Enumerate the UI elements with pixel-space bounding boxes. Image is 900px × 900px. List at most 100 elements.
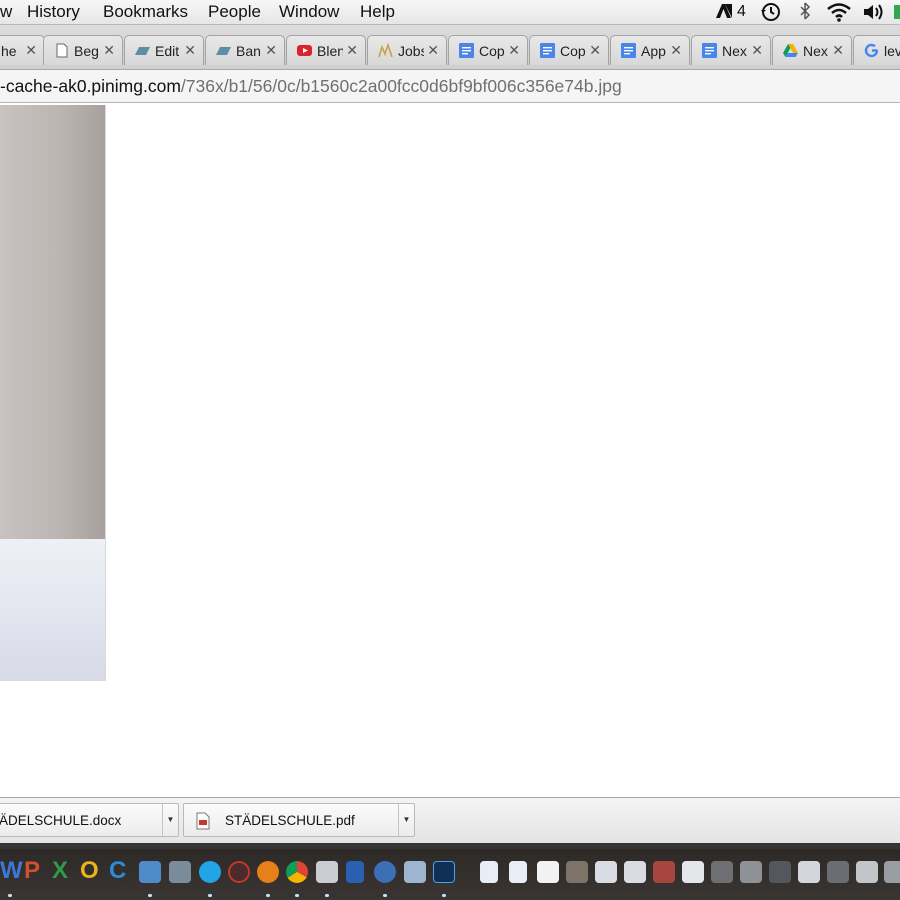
running-indicator [295,894,299,897]
tab-12[interactable]: lev [853,35,900,65]
url-path: /736x/b1/56/0c/b1560c2a00fcc0d6bf9bf006c… [180,76,622,96]
close-icon[interactable]: ✕ [265,42,277,58]
tab-title: Blen [317,43,343,59]
blue-parallelogram-icon [135,47,150,55]
url-text[interactable]: -cache-ak0.pinimg.com/736x/b1/56/0c/b156… [0,75,622,97]
tab-2[interactable]: Beg ✕ [43,35,123,65]
google-docs-icon [459,43,474,58]
download-item-pdf[interactable]: STÄDELSCHULE.pdf ▼ [183,803,415,837]
tab-8[interactable]: Cop ✕ [529,35,609,65]
window-thumbnail-icon[interactable] [798,861,820,883]
quicktime-icon[interactable] [374,861,396,883]
document-icon[interactable] [509,861,527,883]
wifi-icon[interactable] [826,1,852,23]
document-icon[interactable] [480,861,498,883]
tab-strip: he ✕ Beg ✕ Edit ✕ Ban ✕ Blen ✕ Jobs ✕ Co… [0,25,900,70]
migration-icon[interactable] [404,861,426,883]
window-thumbnail-icon[interactable] [682,861,704,883]
running-indicator [148,894,152,897]
photoshop-icon[interactable] [433,861,455,883]
tab-title: Ban [236,43,261,59]
download-filename: STÄDELSCHULE.pdf [225,813,355,828]
running-indicator [383,894,387,897]
tab-title: App [641,43,666,59]
close-icon[interactable]: ✕ [589,42,601,58]
menu-bookmarks[interactable]: Bookmarks [103,1,188,23]
download-menu-arrow-icon[interactable]: ▼ [398,804,414,836]
menu-view[interactable]: w [0,1,12,23]
tab-7[interactable]: Cop ✕ [448,35,528,65]
running-indicator [8,894,12,897]
window-thumbnail-icon[interactable] [856,861,878,883]
chart-icon [378,43,393,58]
close-icon[interactable]: ✕ [184,42,196,58]
lync-icon[interactable]: C [109,858,126,884]
messenger-icon[interactable] [139,861,161,883]
tab-9[interactable]: App ✕ [610,35,690,65]
close-icon[interactable]: ✕ [103,42,115,58]
window-thumbnail-icon[interactable] [740,861,762,883]
google-docs-icon [621,43,636,58]
time-machine-icon[interactable] [760,1,782,23]
tab-3[interactable]: Edit ✕ [124,35,204,65]
window-thumbnail-icon[interactable] [827,861,849,883]
tab-title: Cop [479,43,505,59]
close-icon[interactable]: ✕ [832,42,844,58]
download-menu-arrow-icon[interactable]: ▼ [162,804,178,836]
photo-thumbnail-icon[interactable] [566,861,588,883]
excel-icon[interactable]: X [52,858,68,884]
tab-title: lev [884,43,900,59]
outlook-icon[interactable]: O [80,858,99,884]
preview-icon[interactable] [316,861,338,883]
tab-title: he [1,43,17,59]
tab-title: Nex [803,43,828,59]
google-drive-icon [783,44,798,57]
menu-people[interactable]: People [208,1,261,23]
tab-title: Cop [560,43,586,59]
download-filename: ÄDELSCHULE.docx [0,813,122,828]
battery-icon[interactable] [894,5,900,19]
tab-1[interactable]: he ✕ [0,35,45,65]
window-thumbnail-icon[interactable] [711,861,733,883]
skype-icon[interactable] [199,861,221,883]
system-preferences-icon[interactable] [169,861,191,883]
adobe-badge-count: 4 [737,3,746,20]
window-thumbnail-icon[interactable] [769,861,791,883]
word-icon[interactable]: W [0,858,23,884]
pinterest-image [0,105,106,681]
tab-10[interactable]: Nex ✕ [691,35,771,65]
menu-window[interactable]: Window [279,1,339,23]
blocked-app-icon[interactable] [228,861,250,883]
bluetooth-icon[interactable] [795,1,815,21]
powerpoint-icon[interactable]: P [24,858,40,884]
download-item-docx[interactable]: ÄDELSCHULE.docx ▼ [0,803,179,837]
close-icon[interactable]: ✕ [427,42,439,58]
tab-5[interactable]: Blen ✕ [286,35,366,65]
close-icon[interactable]: ✕ [25,42,37,58]
tab-11[interactable]: Nex ✕ [772,35,852,65]
chrome-icon[interactable] [286,861,308,883]
page-content [0,103,900,797]
window-thumbnail-icon[interactable] [653,861,675,883]
close-icon[interactable]: ✕ [751,42,763,58]
tab-title: Beg [74,43,99,59]
close-icon[interactable]: ✕ [508,42,520,58]
volume-icon[interactable] [861,1,885,23]
tab-6[interactable]: Jobs ✕ [367,35,447,65]
running-indicator [208,894,212,897]
window-thumbnail-icon[interactable] [884,861,900,883]
adobe-icon[interactable] [714,1,734,21]
bluetooth-file-exchange-icon[interactable] [346,861,364,883]
youtube-icon [297,45,312,56]
tab-4[interactable]: Ban ✕ [205,35,285,65]
menu-help[interactable]: Help [360,1,395,23]
window-thumbnail-icon[interactable] [595,861,617,883]
close-icon[interactable]: ✕ [670,42,682,58]
close-icon[interactable]: ✕ [346,42,358,58]
address-bar[interactable]: -cache-ak0.pinimg.com/736x/b1/56/0c/b156… [0,70,900,103]
menu-history[interactable]: History [27,1,80,23]
menu-bar: w History Bookmarks People Window Help 4 [0,0,900,25]
blender-icon[interactable] [257,861,279,883]
window-thumbnail-icon[interactable] [624,861,646,883]
window-thumbnail-icon[interactable] [537,861,559,883]
